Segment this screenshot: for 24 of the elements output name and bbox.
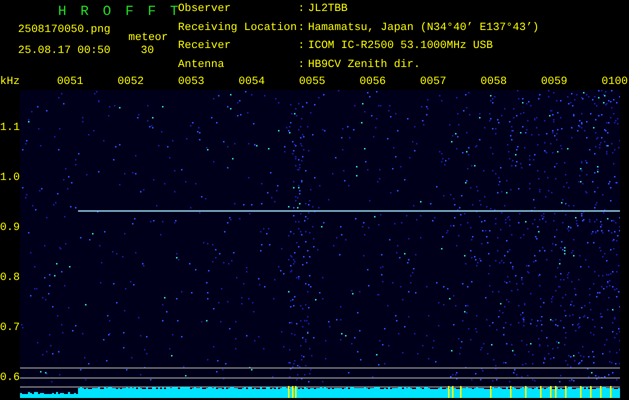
file-name: 2508170050.png [18,24,110,37]
mode-label: meteor [128,32,168,45]
frequency-label: 0.6 [0,372,20,384]
app-title: HROFFT [57,4,178,20]
info-value: Hamamatsu, Japan (N34°40’ E137°43’) [308,22,540,36]
axis-unit: kHz [0,76,20,89]
frequency-label: 1.0 [0,172,20,184]
info-label: Receiving Location [178,22,298,36]
info-label: Observer [178,4,232,17]
info-separator: : [298,4,306,17]
info-separator: : [298,60,306,72]
frequency-label: 0.9 [0,222,20,234]
frequency-label: 0.8 [0,272,20,284]
timestamp: 25.08.17 00:50 [18,45,110,58]
mode-value: 30 [140,45,154,58]
info-separator: : [298,22,306,36]
info-separator: : [298,41,306,54]
info-label: Receiver [178,41,232,54]
info-label: Antenna [178,60,226,72]
info-value: HB9CV Zenith dir. [308,60,422,72]
info-value: ICOM IC-R2500 53.1000MHz USB [308,41,494,54]
frequency-label: 0.7 [0,322,20,334]
frequency-label: 1.1 [0,122,20,134]
info-value: JL2TBB [308,4,349,17]
